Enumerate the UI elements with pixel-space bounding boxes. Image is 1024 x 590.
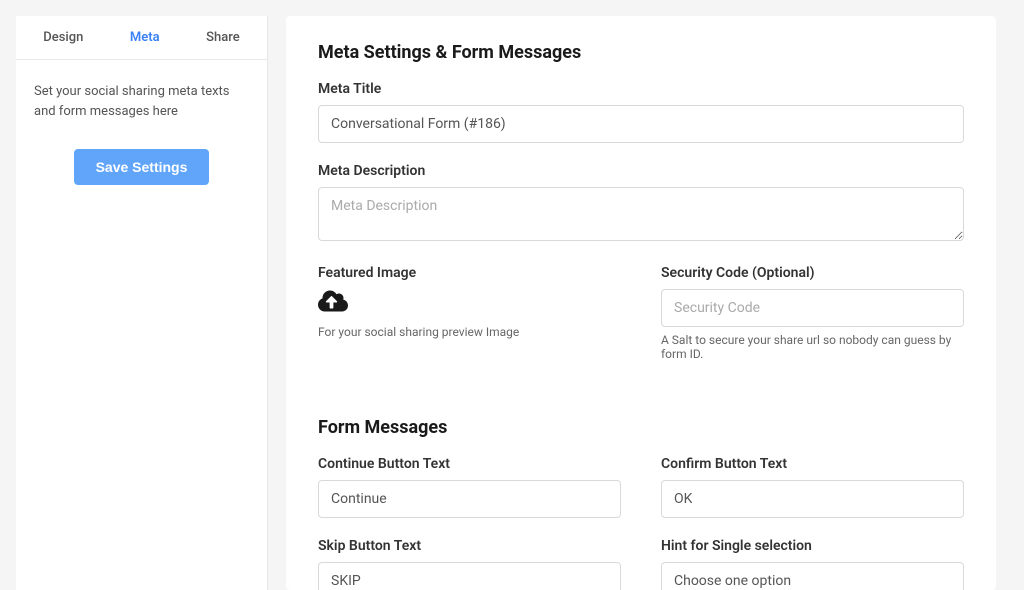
featured-image-label: Featured Image — [318, 265, 621, 281]
confirm-button-text-label: Confirm Button Text — [661, 456, 964, 472]
hint-single-selection-input[interactable] — [661, 562, 964, 590]
security-code-helper: A Salt to secure your share url so nobod… — [661, 333, 964, 361]
cloud-upload-icon[interactable] — [318, 289, 621, 317]
skip-button-text-input[interactable] — [318, 562, 621, 590]
settings-sidebar: Design Meta Share Set your social sharin… — [16, 16, 268, 590]
sidebar-tabs: Design Meta Share — [16, 16, 267, 60]
meta-title-label: Meta Title — [318, 81, 964, 97]
sidebar-description: Set your social sharing meta texts and f… — [34, 82, 249, 121]
confirm-button-text-input[interactable] — [661, 480, 964, 518]
main-content: Meta Settings & Form Messages Meta Title… — [286, 16, 996, 590]
meta-title-input[interactable] — [318, 105, 964, 143]
featured-image-helper: For your social sharing preview Image — [318, 325, 621, 339]
security-code-label: Security Code (Optional) — [661, 265, 964, 281]
hint-single-selection-label: Hint for Single selection — [661, 538, 964, 554]
continue-button-text-input[interactable] — [318, 480, 621, 518]
tab-design[interactable]: Design — [31, 16, 95, 59]
meta-description-textarea[interactable] — [318, 187, 964, 241]
skip-button-text-label: Skip Button Text — [318, 538, 621, 554]
continue-button-text-label: Continue Button Text — [318, 456, 621, 472]
save-settings-button[interactable]: Save Settings — [74, 149, 210, 185]
security-code-input[interactable] — [661, 289, 964, 327]
tab-share[interactable]: Share — [194, 16, 252, 59]
meta-description-label: Meta Description — [318, 163, 964, 179]
tab-meta[interactable]: Meta — [118, 16, 172, 59]
meta-settings-heading: Meta Settings & Form Messages — [318, 42, 964, 63]
form-messages-heading: Form Messages — [318, 417, 964, 438]
